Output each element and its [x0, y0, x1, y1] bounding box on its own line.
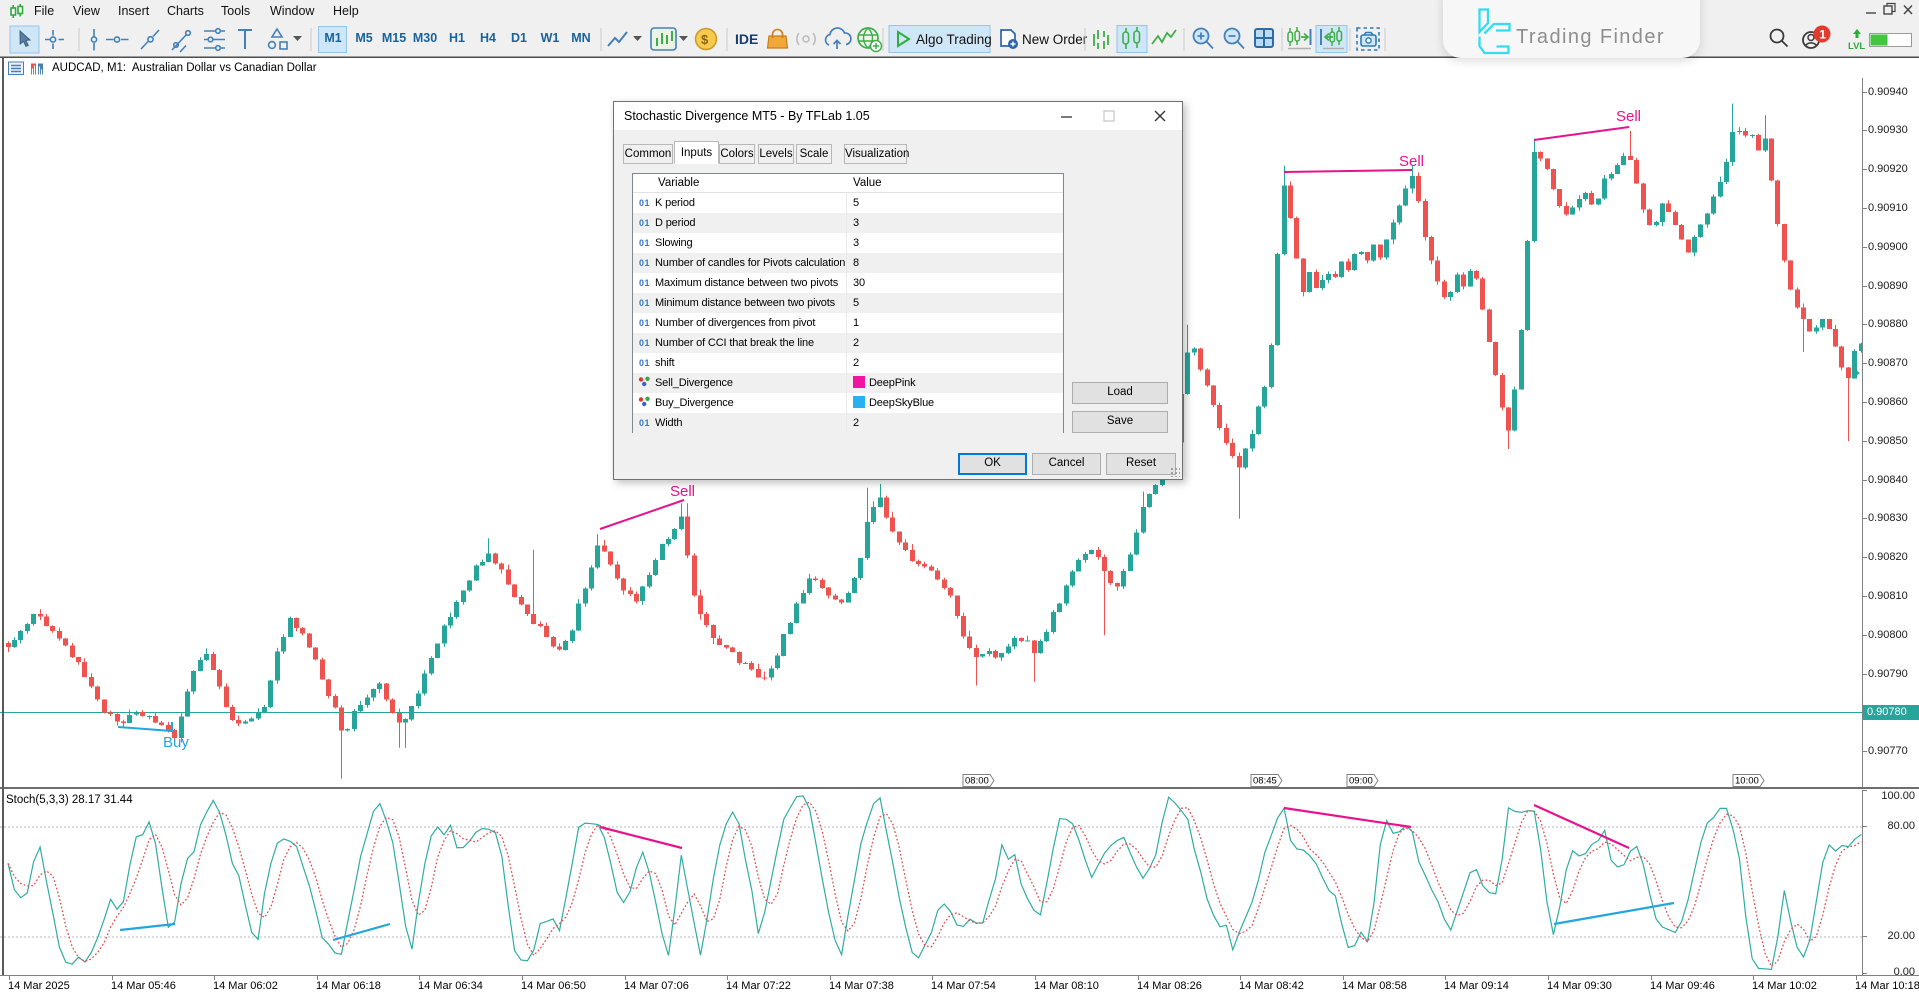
svg-text:10:00: 10:00	[1735, 776, 1759, 787]
svg-text:09:00: 09:00	[1349, 776, 1373, 787]
svg-text:LVL: LVL	[1848, 41, 1865, 52]
svg-text:Sell: Sell	[1616, 108, 1641, 125]
svg-text:08:45: 08:45	[1253, 776, 1277, 787]
svg-text:Buy: Buy	[163, 734, 189, 751]
svg-text:Sell: Sell	[670, 483, 695, 500]
svg-text:08:00: 08:00	[965, 776, 989, 787]
svg-text:Sell: Sell	[1399, 153, 1424, 170]
svg-text:$: $	[701, 32, 709, 47]
svg-text:Algo Trading: Algo Trading	[916, 32, 992, 47]
svg-text:1: 1	[1819, 28, 1826, 42]
svg-text:New Order: New Order	[1022, 32, 1088, 47]
svg-text:IDE: IDE	[735, 31, 758, 47]
